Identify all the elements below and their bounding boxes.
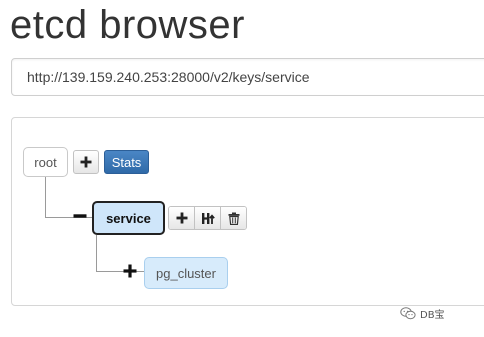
url-input[interactable]	[11, 58, 484, 96]
watermark: DB宝	[400, 306, 445, 321]
collapse-toggle[interactable]	[72, 208, 88, 224]
plus-icon	[80, 156, 92, 168]
watermark-text: DB宝	[420, 310, 445, 321]
edit-button[interactable]	[194, 207, 220, 229]
expand-toggle[interactable]	[122, 263, 138, 279]
tree-node-pg-cluster[interactable]: pg_cluster	[144, 257, 228, 289]
edit-icon	[201, 212, 215, 224]
wechat-icon	[400, 307, 416, 320]
add-child-button[interactable]	[73, 150, 99, 174]
tree-node-service[interactable]: service	[92, 201, 165, 235]
trash-icon	[228, 212, 239, 225]
delete-button[interactable]	[220, 207, 246, 229]
stats-button[interactable]: Stats	[104, 150, 149, 174]
plus-icon	[176, 212, 187, 224]
plus-icon	[123, 264, 137, 278]
etcd-browser-page: etcd browser root Stats service	[0, 0, 484, 337]
add-child-button[interactable]	[169, 207, 194, 229]
app-title: etcd browser	[10, 3, 245, 47]
minus-icon	[73, 214, 87, 218]
tree-node-root[interactable]: root	[23, 147, 68, 177]
node-actions	[168, 206, 247, 230]
